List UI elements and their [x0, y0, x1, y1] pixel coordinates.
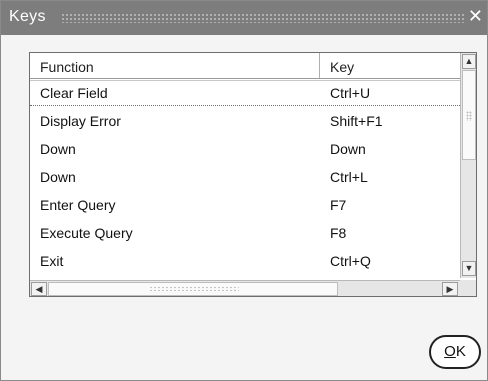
row-function: Down	[40, 169, 76, 185]
row-function: Down	[40, 141, 76, 157]
table-row[interactable]: Exit Ctrl+Q	[30, 249, 460, 275]
table-row[interactable]: Down Down	[30, 137, 460, 163]
row-function: Clear Field	[40, 85, 108, 101]
table-row[interactable]: Execute Query F8	[30, 221, 460, 247]
column-divider[interactable]	[319, 53, 320, 78]
keys-table: Function Key Clear Field Ctrl+U Display …	[29, 52, 477, 297]
row-function: Exit	[40, 253, 64, 269]
row-function: Enter Query	[40, 197, 116, 213]
column-header-key[interactable]: Key	[330, 59, 354, 75]
keys-dialog: Keys ✕ Function Key Clear Field Ctrl+U D…	[0, 0, 488, 381]
title-bar[interactable]: Keys ✕	[1, 1, 487, 35]
table-row[interactable]: Enter Query F7	[30, 193, 460, 219]
thumb-grip	[149, 286, 239, 293]
ok-label-rest: K	[455, 343, 466, 360]
row-key: Ctrl+Q	[330, 253, 371, 269]
horizontal-scrollbar[interactable]: ◀ ▶	[30, 280, 460, 296]
close-icon[interactable]: ✕	[468, 7, 483, 25]
scrollbar-corner	[460, 280, 476, 296]
column-header-function[interactable]: Function	[40, 59, 94, 75]
row-key: F7	[330, 197, 347, 213]
table-row[interactable]: Clear Field Ctrl+U	[30, 80, 460, 106]
thumb-grip	[466, 111, 472, 121]
table-header: Function Key	[30, 53, 460, 79]
title-bar-grip	[61, 13, 466, 23]
ok-mnemonic: O	[444, 343, 456, 360]
scroll-up-icon[interactable]: ▲	[462, 54, 476, 69]
row-key: Shift+F1	[330, 113, 383, 129]
row-key: Ctrl+U	[330, 85, 371, 101]
scroll-right-icon[interactable]: ▶	[442, 282, 458, 296]
row-key: Down	[330, 141, 366, 157]
ok-button[interactable]: OK	[429, 335, 481, 369]
scroll-left-icon[interactable]: ◀	[31, 282, 47, 296]
row-function: Display Error	[40, 113, 121, 129]
vertical-scroll-thumb[interactable]	[462, 70, 476, 160]
row-function: Execute Query	[40, 225, 133, 241]
vertical-scrollbar[interactable]: ▲ ▼	[460, 53, 476, 278]
row-key: Ctrl+L	[330, 169, 368, 185]
row-key: F8	[330, 225, 347, 241]
horizontal-scroll-thumb[interactable]	[48, 282, 338, 296]
dialog-title: Keys	[9, 8, 46, 25]
table-row[interactable]: Down Ctrl+L	[30, 165, 460, 191]
table-row[interactable]: Display Error Shift+F1	[30, 109, 460, 135]
scroll-down-icon[interactable]: ▼	[462, 261, 476, 276]
